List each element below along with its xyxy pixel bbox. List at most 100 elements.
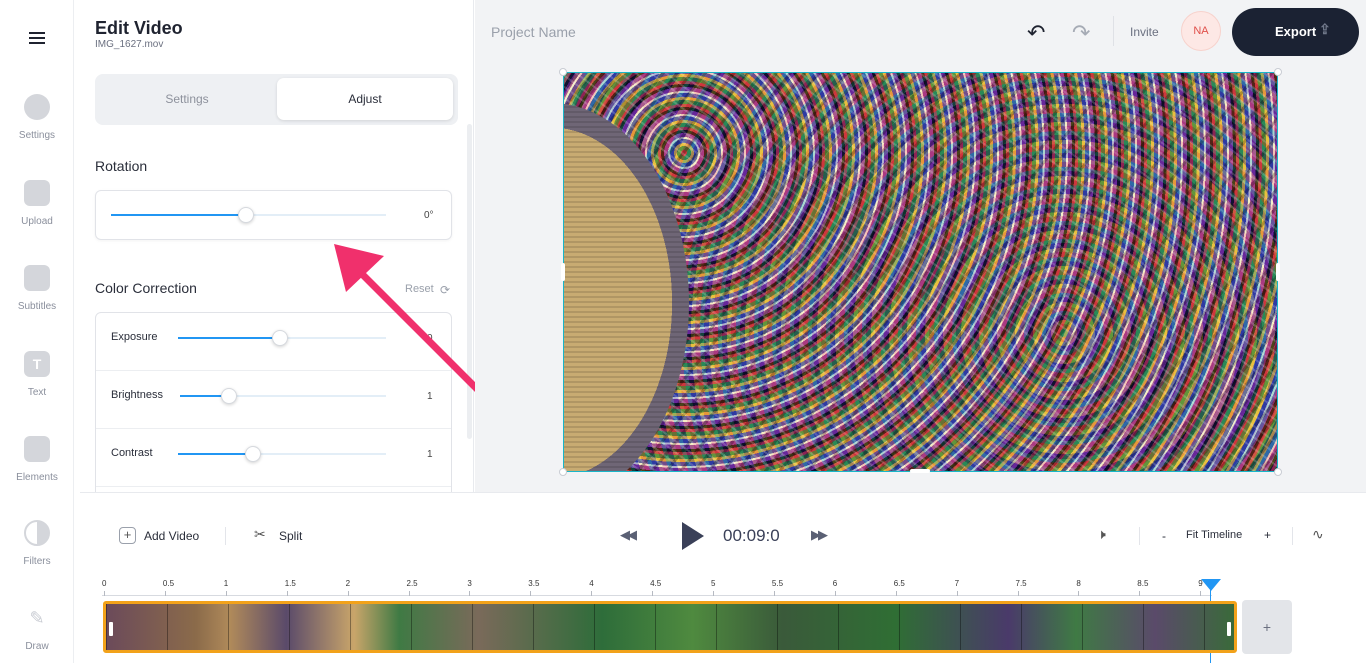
toolbar-divider <box>1292 527 1293 545</box>
resize-handle[interactable] <box>559 68 567 76</box>
resize-handle[interactable] <box>1276 263 1280 281</box>
subtitles-icon <box>24 265 50 291</box>
contrast-label: Contrast <box>111 447 153 459</box>
text-icon: T <box>24 351 50 377</box>
ruler-tick <box>773 591 775 596</box>
zoom-out-button[interactable]: - <box>1162 529 1166 543</box>
ruler-tick <box>591 591 593 596</box>
ruler-tick-label: 5 <box>711 579 716 588</box>
ruler-tick <box>1017 591 1019 596</box>
timecode: 00:09:0 <box>723 526 780 545</box>
clip-trim-handle-right[interactable] <box>1227 622 1231 636</box>
contrast-value: 1 <box>427 449 433 460</box>
rail-item-settings[interactable]: Settings <box>0 94 74 141</box>
rail-item-upload[interactable]: Upload <box>0 180 74 227</box>
split-button[interactable]: Split <box>279 529 302 543</box>
video-clip-track[interactable] <box>103 601 1237 653</box>
volume-icon[interactable]: 🕨 <box>1097 526 1106 543</box>
rail-item-text[interactable]: T Text <box>0 351 74 398</box>
hamburger-menu-icon[interactable] <box>29 32 45 44</box>
rewind-icon[interactable]: ◀◀ <box>620 527 637 543</box>
ruler-tick-label: 1.5 <box>284 579 296 588</box>
elements-icon <box>24 436 50 462</box>
resize-handle[interactable] <box>561 263 565 281</box>
rail-item-elements[interactable]: Elements <box>0 436 74 483</box>
rail-label: Settings <box>18 130 56 141</box>
ruler-tick <box>1078 591 1080 596</box>
upload-icon: ⇪ <box>1319 21 1331 37</box>
contrast-slider-handle[interactable] <box>245 446 261 462</box>
ruler-tick <box>469 591 471 596</box>
fast-forward-icon[interactable]: ▶▶ <box>811 527 828 543</box>
project-name[interactable]: Project Name <box>491 24 576 40</box>
ruler-tick-label: 4.5 <box>650 579 662 588</box>
rail-label: Subtitles <box>17 301 57 312</box>
ruler-tick-label: 8 <box>1076 579 1081 588</box>
ruler-tick <box>530 591 532 596</box>
brightness-slider-handle[interactable] <box>221 388 237 404</box>
ruler-tick-label: 8.5 <box>1137 579 1149 588</box>
undo-icon[interactable]: ↶ <box>1027 20 1045 46</box>
ruler-tick <box>286 591 288 596</box>
add-clip-button[interactable]: + <box>1242 600 1292 654</box>
add-video-icon[interactable]: + <box>119 527 136 544</box>
time-ruler: 0 0.5 1 1.5 2 2.5 3 3.5 4 4.5 5 5.5 6 6.5 7 7.5 8 8.5 9 <box>102 579 1212 596</box>
ruler-tick <box>956 591 958 596</box>
ruler-tick <box>1200 591 1202 596</box>
scissors-icon[interactable]: ✂ <box>254 526 266 543</box>
clip-trim-handle-left[interactable] <box>109 622 113 636</box>
preview-area: Project Name ↶ ↷ Invite NA Export ⇪ <box>475 0 1366 492</box>
rotation-slider[interactable] <box>111 207 386 223</box>
video-frame-image <box>564 103 689 471</box>
rail-item-filters[interactable]: Filters <box>0 520 74 567</box>
fit-timeline-button[interactable]: Fit Timeline <box>1186 529 1242 541</box>
exposure-slider-handle[interactable] <box>272 330 288 346</box>
ruler-tick-label: 3.5 <box>528 579 540 588</box>
contrast-slider[interactable] <box>178 446 386 462</box>
header-divider <box>1113 16 1114 46</box>
resize-handle[interactable] <box>1274 468 1282 476</box>
brightness-label: Brightness <box>111 389 163 401</box>
ruler-tick-label: 7.5 <box>1015 579 1027 588</box>
resize-handle[interactable] <box>910 469 930 473</box>
ruler-tick-label: 6 <box>832 579 838 588</box>
contrast-row: Contrast 1 <box>96 429 451 487</box>
play-icon[interactable] <box>682 522 704 550</box>
ruler-tick <box>164 591 166 596</box>
playhead-marker-icon[interactable] <box>1201 579 1221 591</box>
rotation-value: 0° <box>424 210 434 221</box>
tab-adjust[interactable]: Adjust <box>277 78 453 120</box>
resize-handle[interactable] <box>1274 68 1282 76</box>
avatar[interactable]: NA <box>1181 11 1221 51</box>
rail-item-draw[interactable]: ✎ Draw <box>0 605 74 652</box>
ruler-tick <box>104 591 105 596</box>
video-preview[interactable] <box>563 72 1278 472</box>
ruler-tick-label: 7 <box>954 579 960 588</box>
waveform-icon[interactable]: ∿ <box>1312 526 1324 543</box>
export-button[interactable]: Export ⇪ <box>1232 8 1359 56</box>
ruler-tick <box>347 591 349 596</box>
ruler-tick <box>408 591 410 596</box>
rotation-slider-handle[interactable] <box>238 207 254 223</box>
resize-handle[interactable] <box>559 468 567 476</box>
export-label: Export <box>1275 24 1317 39</box>
ruler-tick-label: 2 <box>345 579 351 588</box>
rail-label: Draw <box>25 641 49 652</box>
exposure-label: Exposure <box>111 331 158 343</box>
ruler-tick-label: 6.5 <box>893 579 905 588</box>
tab-settings[interactable]: Settings <box>99 78 275 120</box>
ruler-tick-label: 0 <box>102 579 107 588</box>
invite-button[interactable]: Invite <box>1130 25 1159 39</box>
ruler-tick <box>834 591 836 596</box>
filters-icon <box>24 520 50 546</box>
add-video-button[interactable]: Add Video <box>144 529 199 543</box>
zoom-in-button[interactable]: + <box>1264 528 1271 542</box>
color-correction-title: Color Correction <box>95 280 197 296</box>
left-toolbar: Settings Upload Subtitles T Text Element… <box>0 0 74 663</box>
ruler-tick-label: 0.5 <box>162 579 175 588</box>
ruler-tick-label: 3 <box>467 579 472 588</box>
upload-icon <box>24 180 50 206</box>
redo-icon[interactable]: ↷ <box>1072 20 1090 46</box>
rail-item-subtitles[interactable]: Subtitles <box>0 265 74 312</box>
settings-icon <box>24 94 50 120</box>
